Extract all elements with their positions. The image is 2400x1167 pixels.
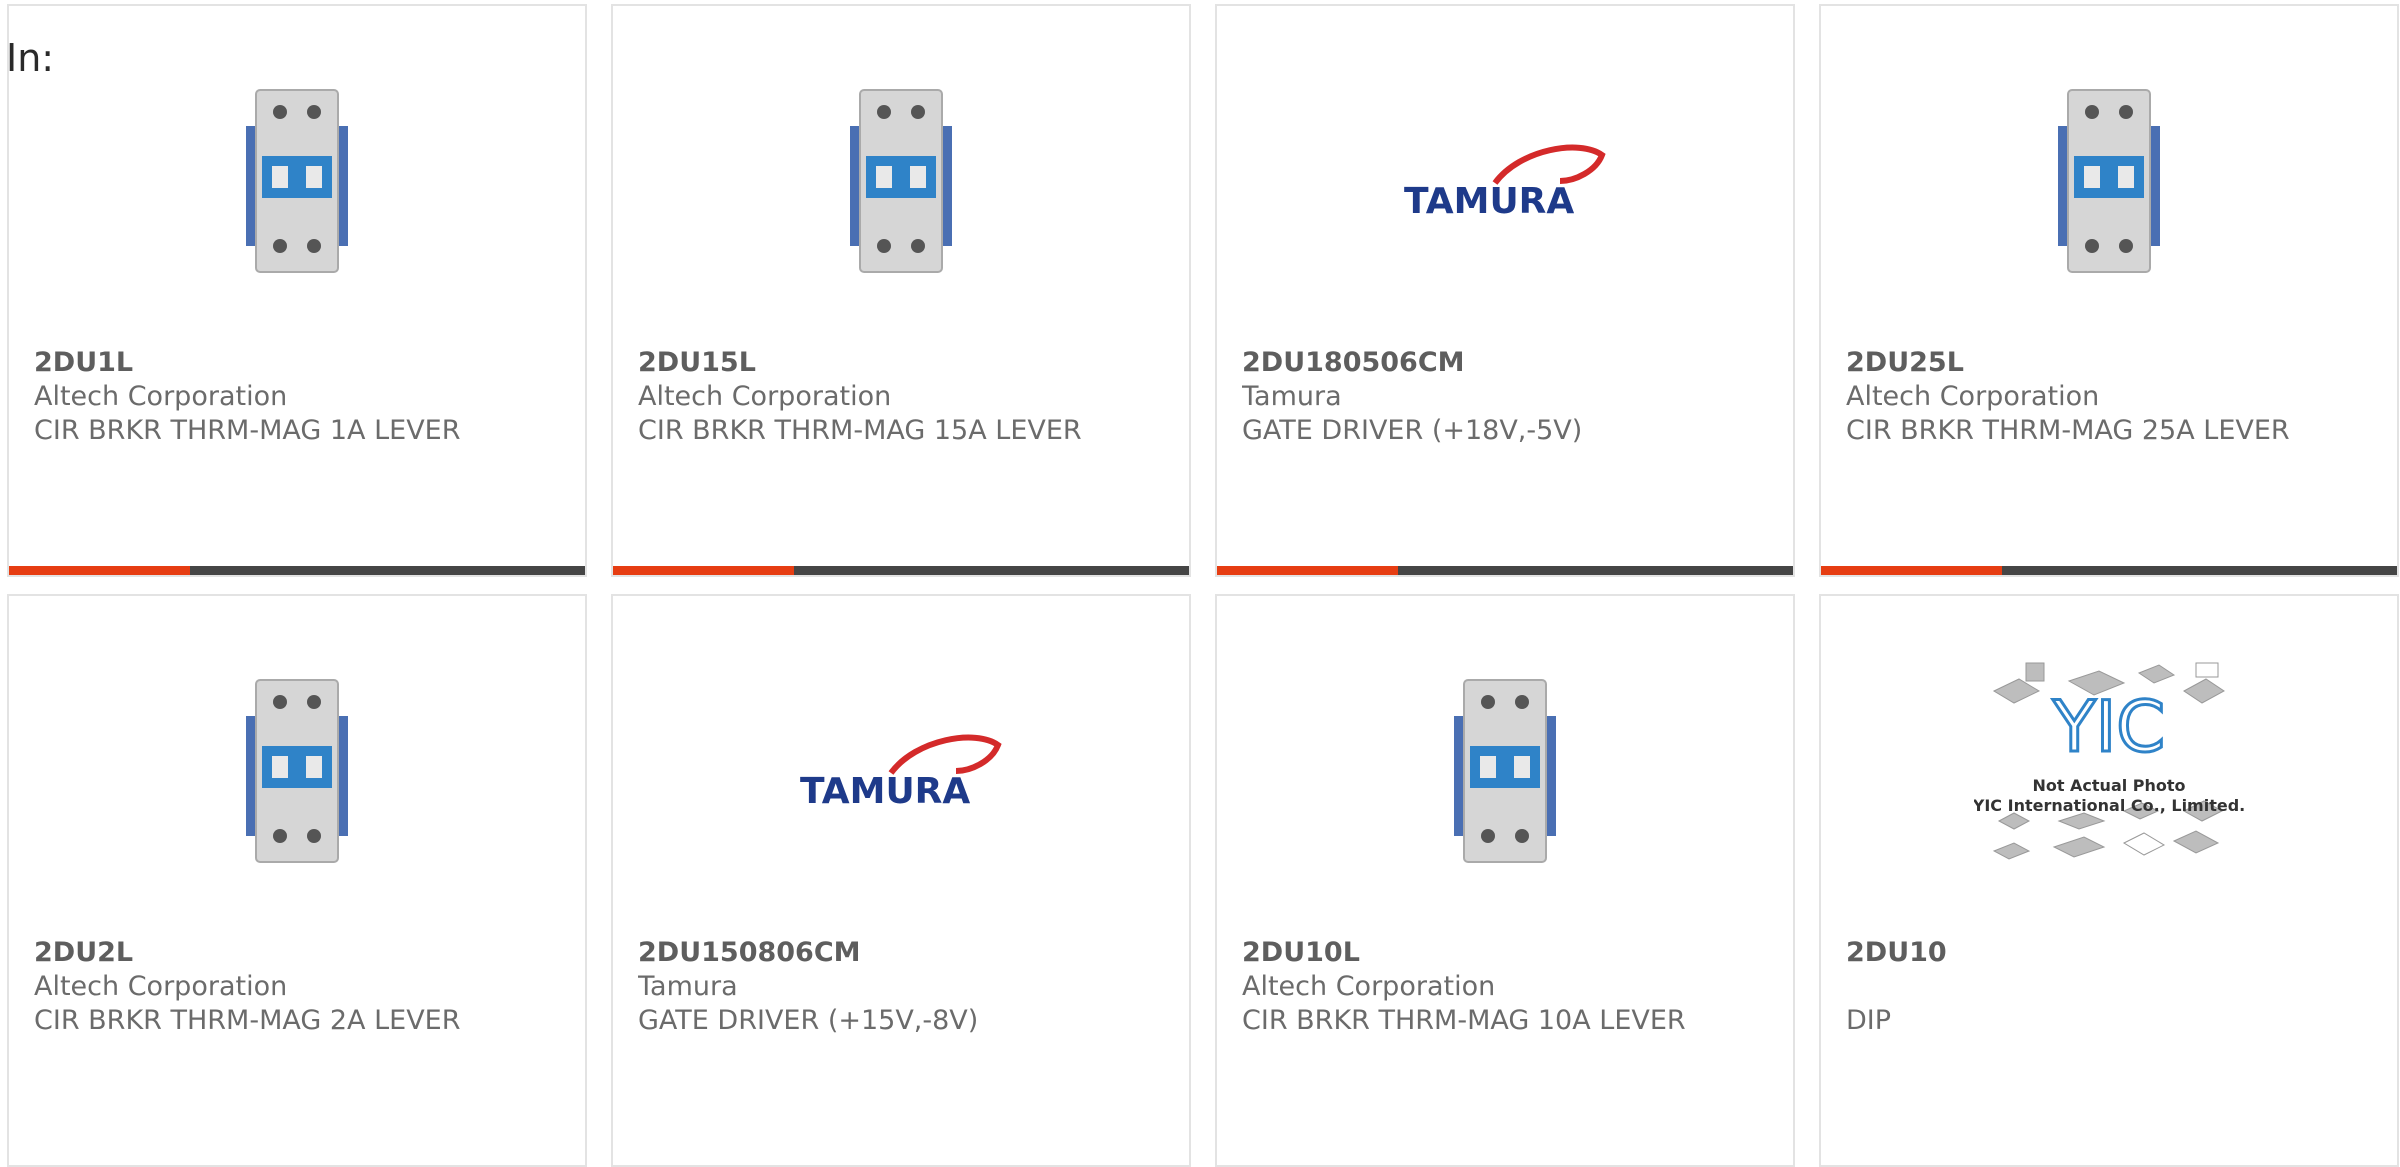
circuit-breaker-image [1217, 656, 1793, 886]
part-number[interactable]: 2DU10 [1846, 936, 2377, 970]
tamura-logo: TAMURA [613, 656, 1189, 886]
manufacturer [1846, 970, 2377, 1004]
yic-placeholder-image: YIC Not Actual Photo YIC International C… [1821, 656, 2397, 886]
product-card[interactable]: TAMURA 2DU150806CM Tamura GATE DRIVER (+… [611, 594, 1191, 1167]
description: CIR BRKR THRM-MAG 15A LEVER [638, 415, 1082, 446]
circuit-breaker-image [9, 656, 585, 886]
svg-text:TAMURA: TAMURA [800, 771, 970, 811]
description: CIR BRKR THRM-MAG 1A LEVER [34, 415, 461, 446]
part-number[interactable]: 2DU10L [1242, 936, 1773, 970]
card-accent-bar [9, 566, 585, 575]
description: DIP [1846, 1005, 1892, 1036]
part-number[interactable]: 2DU1L [34, 346, 565, 380]
card-accent-bar [1821, 566, 2397, 575]
circuit-breaker-image [9, 66, 585, 296]
product-card[interactable]: 2DU2L Altech Corporation CIR BRKR THRM-M… [7, 594, 587, 1167]
manufacturer: Altech Corporation [638, 381, 892, 412]
manufacturer: Altech Corporation [34, 971, 288, 1002]
part-number[interactable]: 2DU15L [638, 346, 1169, 380]
description: CIR BRKR THRM-MAG 10A LEVER [1242, 1005, 1686, 1036]
product-card[interactable]: 2DU1L Altech Corporation CIR BRKR THRM-M… [7, 4, 587, 577]
tamura-logo: TAMURA [1217, 66, 1793, 296]
part-number[interactable]: 2DU2L [34, 936, 565, 970]
manufacturer: Altech Corporation [34, 381, 288, 412]
svg-text:TAMURA: TAMURA [1404, 181, 1574, 221]
part-number[interactable]: 2DU25L [1846, 346, 2377, 380]
description: GATE DRIVER (+15V,-8V) [638, 1005, 979, 1036]
description: GATE DRIVER (+18V,-5V) [1242, 415, 1583, 446]
manufacturer: Altech Corporation [1242, 971, 1496, 1002]
part-number[interactable]: 2DU180506CM [1242, 346, 1773, 380]
svg-text:YIC International Co., Limited: YIC International Co., Limited. [1974, 796, 2244, 815]
product-card[interactable]: 2DU25L Altech Corporation CIR BRKR THRM-… [1819, 4, 2399, 577]
page-label: In: [6, 36, 55, 80]
product-card[interactable]: 2DU15L Altech Corporation CIR BRKR THRM-… [611, 4, 1191, 577]
part-number[interactable]: 2DU150806CM [638, 936, 1169, 970]
card-accent-bar [1217, 566, 1793, 575]
description: CIR BRKR THRM-MAG 2A LEVER [34, 1005, 461, 1036]
product-card[interactable]: 2DU10L Altech Corporation CIR BRKR THRM-… [1215, 594, 1795, 1167]
manufacturer: Altech Corporation [1846, 381, 2100, 412]
description: CIR BRKR THRM-MAG 25A LEVER [1846, 415, 2290, 446]
product-card[interactable]: TAMURA 2DU180506CM Tamura GATE DRIVER (+… [1215, 4, 1795, 577]
manufacturer: Tamura [638, 971, 738, 1002]
svg-text:YIC: YIC [2052, 686, 2165, 768]
product-card[interactable]: YIC Not Actual Photo YIC International C… [1819, 594, 2399, 1167]
circuit-breaker-image [613, 66, 1189, 296]
svg-text:Not Actual Photo: Not Actual Photo [2032, 776, 2185, 795]
manufacturer: Tamura [1242, 381, 1342, 412]
card-accent-bar [613, 566, 1189, 575]
circuit-breaker-image [1821, 66, 2397, 296]
